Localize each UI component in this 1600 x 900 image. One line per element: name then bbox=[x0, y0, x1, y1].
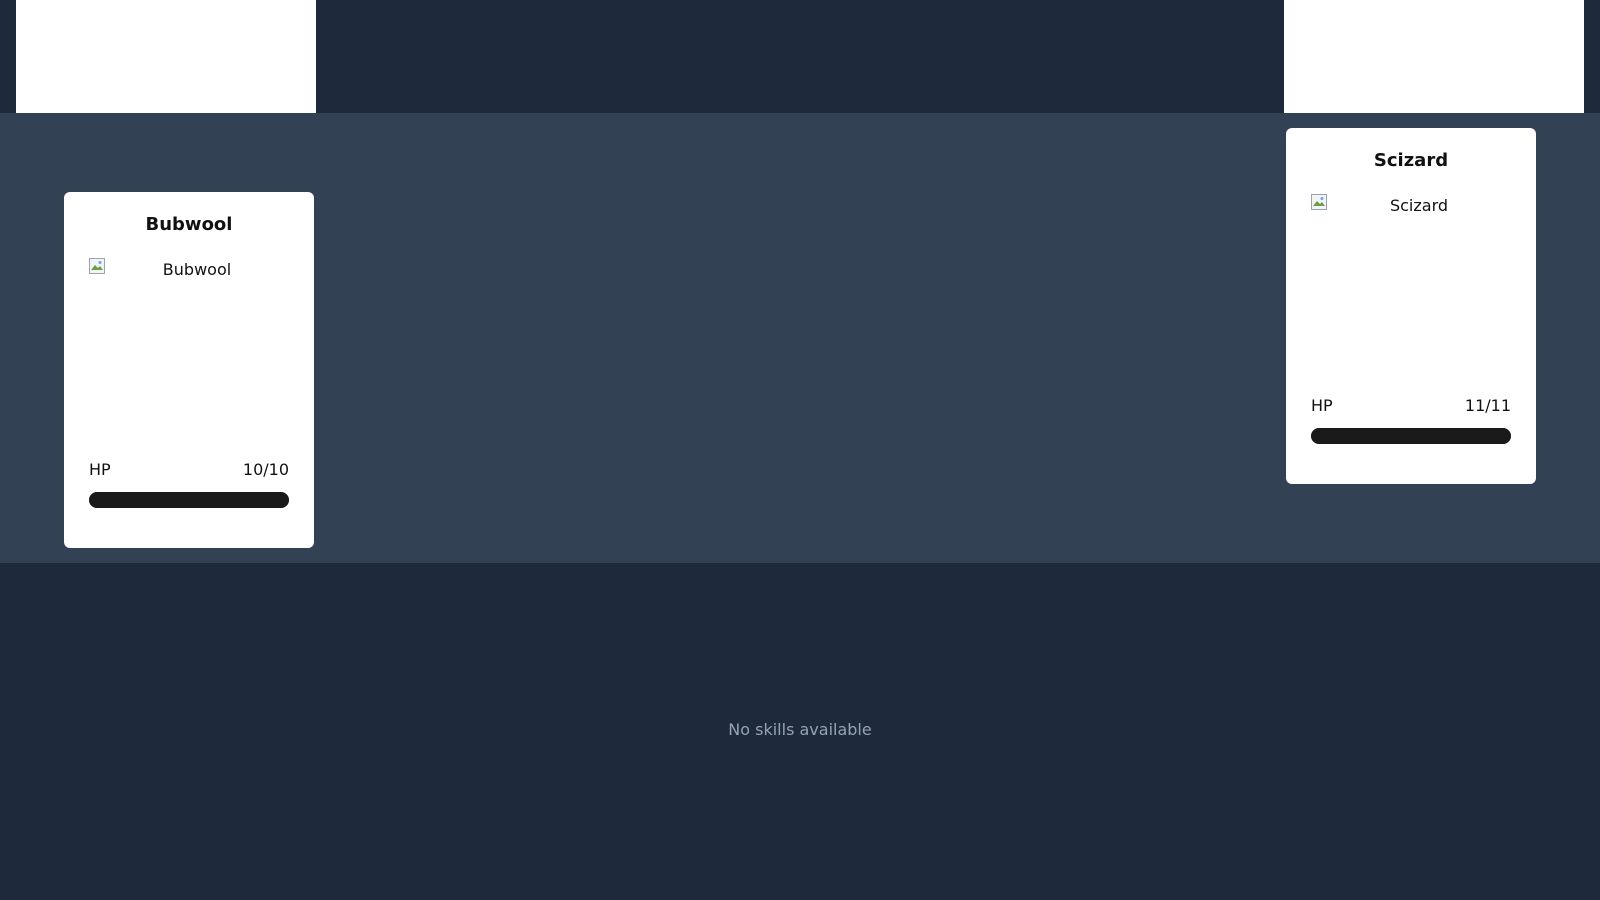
enemy-hp-bar bbox=[1311, 428, 1511, 444]
player-hp-row: HP 10/10 bbox=[89, 460, 289, 480]
enemy-hp-value: 11/11 bbox=[1464, 396, 1511, 415]
player-hp-bar bbox=[89, 492, 289, 508]
enemy-monster-name: Scizard bbox=[1373, 150, 1449, 171]
top-bar bbox=[0, 0, 1600, 113]
enemy-monster-card: Scizard Scizard HP 11/11 bbox=[1286, 128, 1536, 484]
enemy-hp-label: HP bbox=[1311, 396, 1333, 415]
player-status-panel bbox=[16, 0, 316, 113]
player-hp-bar-fill bbox=[89, 492, 289, 508]
skills-panel: No skills available bbox=[0, 563, 1600, 900]
player-monster-image-alt: Bubwool bbox=[162, 260, 232, 279]
player-monster-name: Bubwool bbox=[145, 214, 233, 235]
enemy-hp-bar-fill bbox=[1311, 428, 1511, 444]
enemy-monster-image-alt: Scizard bbox=[1389, 196, 1449, 215]
player-monster-image: Bubwool bbox=[89, 258, 289, 458]
enemy-hp-row: HP 11/11 bbox=[1311, 396, 1511, 416]
enemy-monster-image: Scizard bbox=[1311, 194, 1511, 394]
enemy-status-panel bbox=[1284, 0, 1584, 113]
no-skills-message: No skills available bbox=[728, 720, 872, 739]
player-monster-card: Bubwool Bubwool HP 10/10 bbox=[64, 192, 314, 548]
player-hp-value: 10/10 bbox=[242, 460, 289, 479]
player-hp-label: HP bbox=[89, 460, 111, 479]
